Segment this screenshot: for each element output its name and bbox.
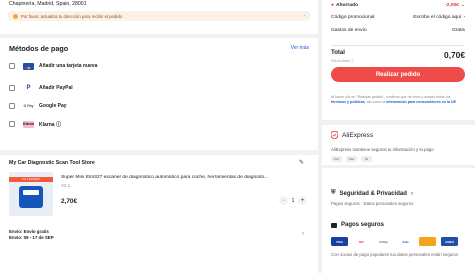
secure-payments-title: Pagos seguros: [341, 222, 385, 228]
lock-icon: ⛨: [331, 190, 336, 196]
device-label-shape: [23, 190, 39, 195]
amex-icon: AMEX: [441, 237, 458, 246]
security-card: ⛨ Seguridad & Privacidad › Pagos seguros…: [322, 168, 475, 273]
radio-button[interactable]: [9, 121, 15, 127]
checkout-page: Chapinería, Madrid, Spain, 28001 Por fav…: [0, 0, 475, 273]
aliexpress-trust: AliExpress AliExpress mantiene seguros t…: [322, 125, 475, 165]
payment-methods: Métodos de pago Ver más Añadir una tarje…: [0, 38, 318, 150]
safekey-icon: Safe: [397, 237, 414, 246]
google-pay-icon: G Pay: [23, 104, 34, 108]
order-summary: ● Ahorrado -2,00€ ⌄ Código promocional E…: [322, 0, 475, 120]
address-warning[interactable]: Por favor, actualiza tu dirección para r…: [8, 11, 310, 21]
warning-icon: [13, 13, 18, 19]
google-pay-icon: G Pay: [375, 237, 392, 246]
warning-text: Por favor, actualiza tu dirección para r…: [21, 13, 123, 19]
trust-badges: PCI SSL ID: [331, 156, 372, 162]
payment-option-label: Klarna ⓘ: [39, 121, 61, 128]
shipping-label: Gastos de envío: [331, 28, 367, 33]
pci-badge: PCI: [331, 156, 342, 162]
radio-button[interactable]: [9, 85, 15, 91]
id-badge: ID: [361, 156, 372, 162]
aliexpress-trust-text: AliExpress mantiene seguros tu informaci…: [331, 147, 434, 152]
shield-icon: [331, 131, 338, 139]
chevron-down-icon[interactable]: ⌄: [461, 2, 465, 8]
product-price: 2,70€: [61, 198, 77, 205]
ssl-badge: SSL: [346, 156, 357, 162]
payment-option-gpay[interactable]: G Pay Google Pay: [9, 101, 67, 111]
security-subtitle: Pagos seguros · Datos personales seguros: [331, 201, 414, 206]
payment-title: Métodos de pago: [9, 44, 69, 53]
product-image[interactable]: V2.1 ELM327: [9, 172, 53, 216]
card-brands-icon: [23, 62, 34, 70]
shipping-row: Gastos de envío Gratis: [331, 28, 465, 33]
payment-option-klarna[interactable]: Klarna Klarna ⓘ: [9, 119, 61, 129]
address-card: Chapinería, Madrid, Spain, 28001 Por fav…: [0, 0, 318, 34]
see-more-link[interactable]: Ver más: [291, 45, 309, 51]
store-card: My Car Diagnostic Scan Tool Store ✎ V2.1…: [0, 155, 318, 273]
legal-text: Al hacer clic en "Realizar pedido", conf…: [331, 95, 457, 104]
total-value: 0,70€: [444, 50, 465, 60]
payment-option-label: Añadir una tarjeta nueva: [39, 63, 98, 69]
aliexpress-brand: AliExpress: [331, 131, 373, 139]
mastercard-icon: MC: [353, 237, 370, 246]
visa-icon: VISA: [331, 237, 348, 246]
promo-row[interactable]: Código promocional Escribe el código aqu…: [331, 15, 465, 20]
eu-info-link[interactable]: información para consumidores en la UE: [386, 100, 456, 104]
saved-label: Ahorrado: [335, 2, 358, 8]
security-title-row[interactable]: ⛨ Seguridad & Privacidad ›: [331, 190, 413, 197]
address-text: Chapinería, Madrid, Spain, 28001: [9, 1, 87, 7]
radio-button[interactable]: [9, 103, 15, 109]
payment-option-paypal[interactable]: P Añadir PayPal: [9, 83, 73, 93]
klarna-icon: Klarna: [23, 120, 34, 128]
payment-option-card[interactable]: Añadir una tarjeta nueva: [9, 61, 97, 71]
iva-note: IVA incluido ⓘ: [331, 59, 355, 63]
saved-value: -2,00€: [445, 2, 459, 8]
chevron-right-icon: ›: [410, 190, 413, 197]
terms-link[interactable]: términos y políticas: [331, 100, 365, 104]
qty-value: 1: [291, 197, 295, 204]
divider: [331, 45, 465, 46]
shipping-cost: Envío: Envío gratis: [9, 229, 49, 234]
chevron-right-icon: ›: [303, 13, 305, 19]
place-order-button[interactable]: Realizar pedido: [331, 67, 465, 82]
saved-row: ● Ahorrado -2,00€ ⌄: [331, 2, 465, 9]
shipping-value: Gratis: [451, 28, 465, 33]
payment-option-label: Añadir PayPal: [39, 85, 73, 91]
product-title[interactable]: Super Mini Elm327 escáner de diagnóstico…: [61, 175, 309, 180]
coin-icon: ●: [331, 2, 334, 8]
store-name: My Car Diagnostic Scan Tool Store: [9, 160, 95, 166]
shipping-date: Envío: 09 - 17 de SEP: [9, 235, 54, 240]
security-title: Seguridad & Privacidad: [339, 190, 407, 197]
radio-button[interactable]: [9, 63, 15, 69]
pencil-icon[interactable]: ✎: [299, 159, 304, 166]
paypal-icon: P: [26, 85, 31, 91]
orange-pay-icon: [419, 237, 436, 246]
card-icon: [331, 222, 337, 228]
promo-label: Código promocional: [331, 15, 375, 20]
quantity-stepper: − 1 +: [279, 196, 307, 205]
payment-option-label: Google Pay: [39, 103, 67, 109]
product-image-band: V2.1 ELM327: [9, 177, 53, 182]
qty-plus-button[interactable]: +: [298, 196, 307, 205]
qty-minus-button[interactable]: −: [279, 196, 288, 205]
chevron-right-icon[interactable]: ›: [302, 231, 304, 237]
payment-brand-logos: VISA MC G Pay Safe AMEX: [331, 237, 458, 246]
secure-payments-row: Pagos seguros: [331, 222, 384, 228]
left-column: Chapinería, Madrid, Spain, 28001 Por fav…: [0, 0, 318, 34]
secure-payments-text: Con socios de pago populares tus datos p…: [331, 252, 459, 257]
chevron-right-icon: ›: [463, 15, 465, 20]
product-variant: V2.1: [61, 183, 71, 188]
promo-input[interactable]: Escribe el código aquí: [413, 15, 461, 20]
